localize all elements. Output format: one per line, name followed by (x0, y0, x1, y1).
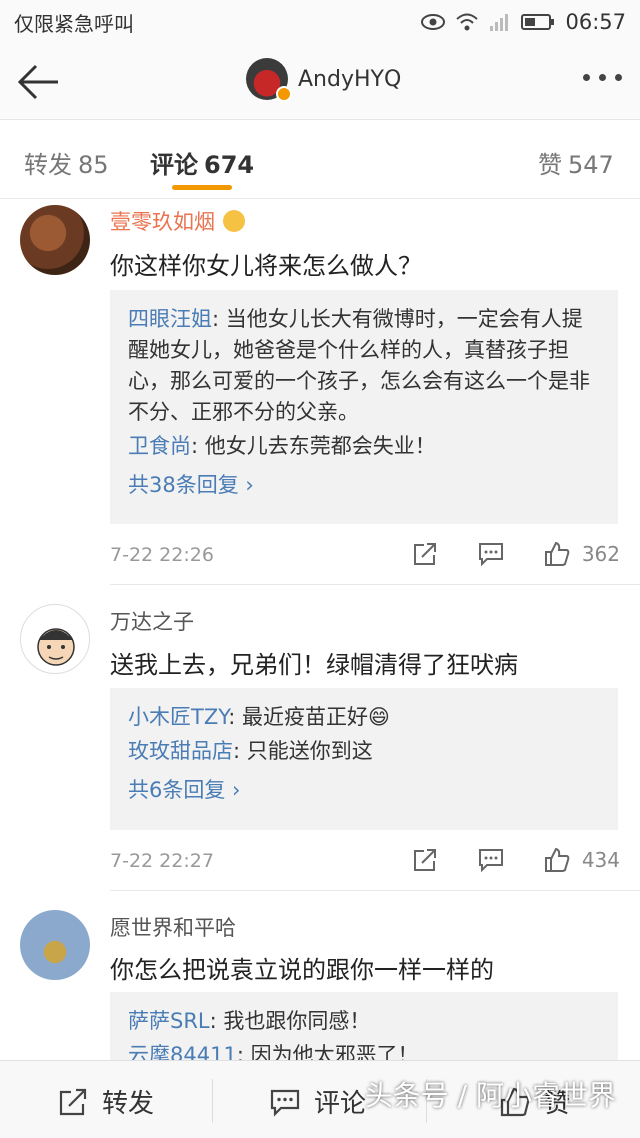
reply-author[interactable]: 玫玫甜品店 (128, 739, 233, 763)
reply-item: 萨萨SRL: 我也跟你同感！ (128, 1006, 600, 1037)
comment-text: 送我上去，兄弟们！绿帽清得了狂吠病 (110, 651, 518, 679)
comment-text: 你这样你女儿将来怎么做人？ (110, 252, 422, 280)
signal-icon (490, 14, 509, 31)
share-icon[interactable] (412, 541, 438, 567)
top-nav-bar: AndyHYQ (0, 44, 640, 120)
like-count: 362 (581, 542, 620, 566)
reply-author[interactable]: 萨萨SRL (128, 1009, 210, 1033)
cartoon-avatar-icon (37, 628, 75, 666)
tab-likes[interactable]: 赞 547 (538, 145, 614, 180)
more-options-icon[interactable] (583, 74, 622, 81)
reply-item: 四眼汪姐: 当他女儿长大有微博时，一定会有人提醒她女儿，她爸爸是个什么样的人，真… (128, 304, 600, 428)
reply-text: : 只能送你到这 (233, 739, 373, 763)
reply-text: : 我也跟你同感！ (209, 1009, 371, 1033)
interaction-tabs: 转发 85 评论 674 赞 547 (0, 121, 640, 199)
reply-item: 小木匠TZY: 最近疫苗正好😄 (128, 702, 600, 733)
view-all-replies-link[interactable]: 共6条回复 › (128, 775, 600, 806)
commenter-name[interactable]: 壹零玖如烟 (110, 206, 245, 236)
active-tab-indicator (172, 185, 232, 190)
thumbs-up-icon[interactable] (544, 847, 570, 873)
comment-text: 你怎么把说袁立说的跟你一样一样的 (110, 956, 494, 984)
vip-crown-icon (223, 210, 245, 232)
repost-icon (59, 1088, 87, 1115)
clock-time: 06:57 (565, 10, 626, 34)
comment-icon (270, 1089, 300, 1117)
comment-time: 7-22 22:27 (110, 850, 214, 872)
back-arrow-icon[interactable] (14, 60, 62, 104)
battery-icon (521, 14, 555, 30)
commenter-avatar[interactable] (20, 604, 90, 674)
comment-actions: 434 (372, 847, 620, 873)
commenter-avatar[interactable] (20, 910, 90, 980)
reply-author[interactable]: 小木匠TZY (128, 705, 228, 729)
view-all-replies-link[interactable]: 共38条回复 › (128, 470, 600, 501)
comment-actions: 362 (372, 541, 620, 567)
commenter-name[interactable]: 愿世界和平哈 (110, 912, 236, 942)
comment-divider (110, 584, 640, 585)
reply-preview-box[interactable]: 萨萨SRL: 我也跟你同感！ 云麾84411: 因为他太邪恶了！ (110, 992, 618, 1060)
reply-author[interactable]: 四眼汪姐 (128, 307, 212, 331)
author-header[interactable]: AndyHYQ (246, 58, 401, 102)
comment-time: 7-22 22:26 (110, 544, 214, 566)
reply-comment-icon[interactable] (478, 541, 504, 567)
reply-preview-box[interactable]: 小木匠TZY: 最近疫苗正好😄 玫玫甜品店: 只能送你到这 共6条回复 › (110, 688, 618, 830)
author-name[interactable]: AndyHYQ (298, 67, 401, 92)
comment-button[interactable]: 评论 (270, 1083, 366, 1120)
share-icon[interactable] (412, 847, 438, 873)
reply-item: 玫玫甜品店: 只能送你到这 (128, 736, 600, 767)
reply-preview-box[interactable]: 四眼汪姐: 当他女儿长大有微博时，一定会有人提醒她女儿，她爸爸是个什么样的人，真… (110, 290, 618, 524)
comment-divider (110, 890, 640, 891)
status-bar: 仅限紧急呼叫 06:57 (0, 0, 640, 44)
commenter-avatar[interactable] (20, 205, 90, 275)
wifi-icon (456, 13, 479, 31)
bottom-divider (212, 1079, 213, 1123)
eye-icon (421, 14, 446, 30)
carrier-text: 仅限紧急呼叫 (14, 11, 134, 36)
reply-author[interactable]: 云麾84411 (128, 1043, 237, 1060)
author-avatar[interactable] (246, 58, 292, 102)
reply-comment-icon[interactable] (478, 847, 504, 873)
commenter-name[interactable]: 万达之子 (110, 606, 194, 636)
repost-button[interactable]: 转发 (58, 1083, 154, 1120)
reply-author[interactable]: 卫食尚 (128, 434, 191, 458)
tab-comments[interactable]: 评论 674 (150, 145, 254, 180)
reply-text: : 他女儿去东莞都会失业！ (191, 434, 436, 458)
reply-item: 卫食尚: 他女儿去东莞都会失业！ (128, 431, 600, 462)
reply-item: 云麾84411: 因为他太邪恶了！ (128, 1040, 600, 1060)
tab-repost[interactable]: 转发 85 (24, 145, 109, 180)
comment-list[interactable]: 壹零玖如烟 你这样你女儿将来怎么做人？ 四眼汪姐: 当他女儿长大有微博时，一定会… (0, 200, 640, 1060)
verified-badge-icon (276, 86, 292, 102)
reply-text: : 因为他太邪恶了！ (236, 1043, 419, 1060)
like-count: 434 (581, 848, 620, 872)
watermark-text: 头条号 / 阿小睿世界 (364, 1079, 616, 1112)
reply-text: : 最近疫苗正好😄 (228, 705, 390, 729)
thumbs-up-icon[interactable] (544, 541, 570, 567)
